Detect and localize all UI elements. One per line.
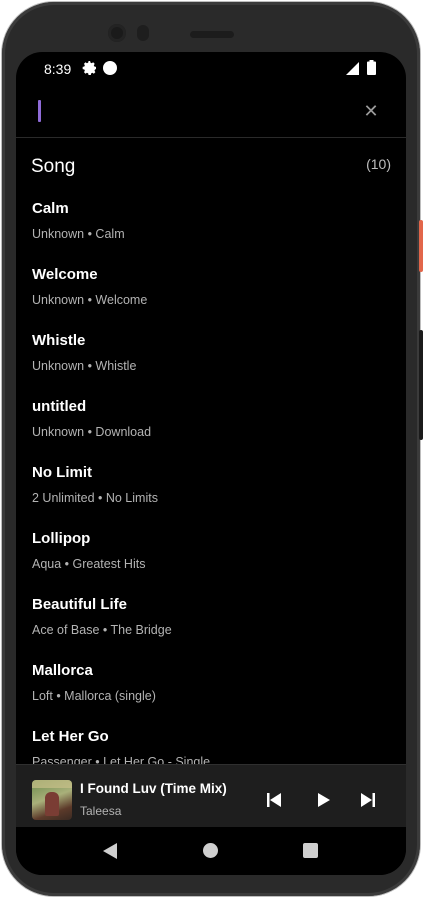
song-title: No Limit (32, 464, 92, 481)
front-camera (108, 24, 126, 42)
now-playing-artist: Taleesa (80, 804, 122, 818)
now-playing-title: I Found Luv (Time Mix) (80, 781, 227, 796)
song-title: Welcome (32, 266, 98, 283)
song-title: Lollipop (32, 530, 91, 547)
mini-player[interactable]: I Found Luv (Time Mix) Taleesa (16, 764, 406, 827)
status-time: 8:39 (44, 61, 72, 77)
cell-signal-icon (346, 62, 359, 75)
notification-dot-icon (103, 61, 117, 75)
recent-apps-icon[interactable] (303, 843, 318, 858)
front-sensor (137, 25, 149, 41)
list-item[interactable]: Whistle Unknown • Whistle (16, 326, 406, 392)
list-item[interactable]: Beautiful Life Ace of Base • The Bridge (16, 590, 406, 656)
search-input[interactable] (46, 96, 350, 128)
status-bar: 8:39 (16, 52, 406, 86)
song-title: Mallorca (32, 662, 93, 679)
section-title: Song (31, 156, 76, 177)
battery-icon (367, 60, 376, 75)
song-subtitle: 2 Unlimited • No Limits (32, 491, 158, 505)
album-art (32, 780, 72, 820)
song-title: untitled (32, 398, 87, 415)
list-item[interactable]: No Limit 2 Unlimited • No Limits (16, 458, 406, 524)
list-item[interactable]: Lollipop Aqua • Greatest Hits (16, 524, 406, 590)
system-nav-bar (16, 827, 406, 875)
volume-button (419, 330, 423, 440)
song-title: Let Her Go (32, 728, 109, 745)
earpiece-speaker (190, 31, 234, 38)
song-subtitle: Unknown • Welcome (32, 293, 148, 307)
list-item[interactable]: Calm Unknown • Calm (16, 194, 406, 260)
skip-next-icon[interactable] (359, 791, 377, 809)
song-subtitle: Unknown • Download (32, 425, 152, 439)
close-icon[interactable]: ✕ (360, 100, 382, 122)
song-title: Calm (32, 200, 69, 217)
list-item[interactable]: Welcome Unknown • Welcome (16, 260, 406, 326)
song-subtitle: Aqua • Greatest Hits (32, 557, 146, 571)
search-bar: ✕ (16, 86, 406, 138)
text-cursor (38, 100, 41, 122)
song-title: Whistle (32, 332, 86, 349)
skip-previous-icon[interactable] (265, 791, 283, 809)
section-count: (10) (366, 156, 391, 172)
play-icon[interactable] (314, 791, 332, 809)
screen: 8:39 ✕ Song (10) Calm Unknown • Calm Wel… (16, 52, 406, 875)
list-item[interactable]: untitled Unknown • Download (16, 392, 406, 458)
song-subtitle: Unknown • Calm (32, 227, 125, 241)
song-subtitle: Loft • Mallorca (single) (32, 689, 156, 703)
list-item[interactable]: Mallorca Loft • Mallorca (single) (16, 656, 406, 722)
song-list: Calm Unknown • Calm Welcome Unknown • We… (16, 194, 406, 788)
search-divider (16, 137, 406, 138)
song-subtitle: Ace of Base • The Bridge (32, 623, 172, 637)
song-title: Beautiful Life (32, 596, 128, 613)
back-icon[interactable] (102, 842, 118, 860)
gear-icon (82, 61, 96, 75)
home-icon[interactable] (203, 843, 218, 858)
song-subtitle: Unknown • Whistle (32, 359, 137, 373)
power-button (419, 220, 423, 272)
